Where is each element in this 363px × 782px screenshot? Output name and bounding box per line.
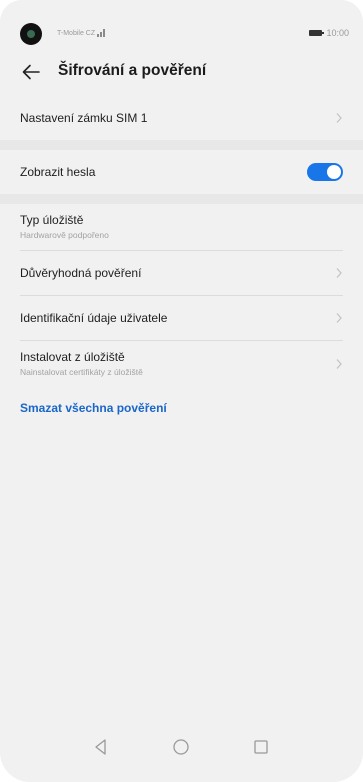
install-from-storage-label: Instalovat z úložiště xyxy=(20,350,125,364)
carrier-name: T-Mobile CZ xyxy=(57,29,96,37)
home-circle-icon[interactable] xyxy=(170,736,192,758)
toggle-knob xyxy=(327,165,341,179)
install-from-storage-setting[interactable]: Instalovat z úložiště Nainstalovat certi… xyxy=(20,341,343,387)
sim-lock-label: Nastavení zámku SIM 1 xyxy=(20,111,148,125)
chevron-right-icon xyxy=(336,313,342,323)
show-passwords-toggle[interactable] xyxy=(307,163,343,181)
sim-lock-setting[interactable]: Nastavení zámku SIM 1 xyxy=(20,96,343,140)
status-right: 10:00 xyxy=(309,28,349,38)
settings-list: Nastavení zámku SIM 1 Zobrazit hesla Typ… xyxy=(0,96,363,417)
chevron-right-icon xyxy=(336,113,342,123)
camera-hole xyxy=(20,23,42,45)
install-from-storage-description: Nainstalovat certifikáty z úložiště xyxy=(20,367,143,377)
trusted-credentials-setting[interactable]: Důvěryhodná pověření xyxy=(20,251,343,296)
chevron-right-icon xyxy=(336,359,342,369)
show-passwords-label: Zobrazit hesla xyxy=(20,165,96,179)
user-credentials-setting[interactable]: Identifikační údaje uživatele xyxy=(20,296,343,341)
storage-type-label: Typ úložiště xyxy=(20,213,84,227)
signal-icon xyxy=(97,29,106,37)
user-credentials-label: Identifikační údaje uživatele xyxy=(20,311,168,325)
app-bar: Šifrování a pověření xyxy=(0,50,363,94)
arrow-left-icon[interactable] xyxy=(18,59,44,85)
chevron-right-icon xyxy=(336,268,342,278)
section-divider xyxy=(0,140,363,150)
navigation-bar xyxy=(0,722,363,782)
clear-credentials-button[interactable]: Smazat všechna pověření xyxy=(20,401,167,415)
recents-square-icon[interactable] xyxy=(250,736,272,758)
page-title: Šifrování a pověření xyxy=(58,62,207,79)
battery-icon xyxy=(309,30,325,36)
storage-type-setting: Typ úložiště Hardwarově podpořeno xyxy=(20,204,343,251)
phone-screen: T-Mobile CZ 10:00 Šifrování a pověření N… xyxy=(0,0,363,782)
clock: 10:00 xyxy=(326,28,349,38)
trusted-credentials-label: Důvěryhodná pověření xyxy=(20,266,142,280)
section-divider xyxy=(0,194,363,204)
status-bar: T-Mobile CZ 10:00 xyxy=(0,0,363,50)
storage-type-value: Hardwarově podpořeno xyxy=(20,230,109,240)
back-triangle-icon[interactable] xyxy=(90,736,112,758)
carrier-indicator: T-Mobile CZ xyxy=(57,29,106,37)
show-passwords-setting[interactable]: Zobrazit hesla xyxy=(20,150,343,194)
